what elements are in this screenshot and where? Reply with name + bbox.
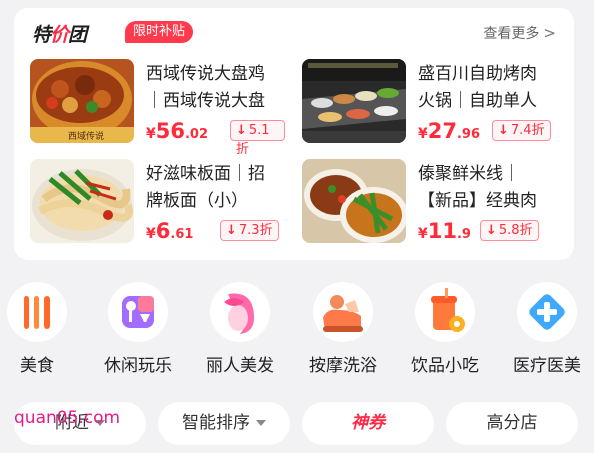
deal-price: ¥6.61 [146,219,194,243]
medical-cross-icon [517,282,577,342]
see-more-link[interactable]: 查看更多 > [483,23,556,43]
filter-coupon[interactable]: 神券 [302,402,434,445]
beauty-face-icon [210,282,270,342]
category-row: 美食 休闲玩乐 丽人美发 按摩洗浴 饮品小吃 医疗医美 [0,282,594,382]
category-label: 按摩洗浴 [309,356,377,376]
category-label: 美食 [20,356,54,376]
deal-price: ¥11.9 [418,219,471,243]
discount-tag: ↓ 7.4折 [492,120,551,141]
massage-icon [313,282,373,342]
down-arrow-icon: ↓ [486,223,497,238]
category-label: 饮品小吃 [411,356,479,376]
deal-name: 好滋味板面｜招牌板面（小） [146,164,265,211]
deal-item[interactable]: 西域传说 西域传说大盘鸡｜西域传说大盘 ¥56.02 ↓ 5.1折 [30,59,285,157]
category-food[interactable]: 美食 [0,282,80,376]
category-label: 医疗医美 [513,356,581,376]
chevron-right-icon: > [543,24,556,42]
discount-tag: ↓ 5.1折 [230,120,285,157]
category-beauty[interactable]: 丽人美发 [197,282,283,376]
category-massage[interactable]: 按摩洗浴 [300,282,386,376]
deal-image-buffet [302,59,406,143]
deals-header: 特价团 限时补贴 查看更多 > [32,18,556,46]
deal-name: 傣聚鲜米线｜【新品】经典肉 [418,164,537,211]
deal-image-rice-noodle [302,159,406,243]
mic-cup-icon [108,282,168,342]
special-price-logo: 特价团 [32,24,87,46]
filter-smart-sort[interactable]: 智能排序 [158,402,290,445]
deal-price: ¥27.96 [418,119,481,143]
category-label: 休闲玩乐 [104,356,172,376]
svg-text:西域传说: 西域传说 [68,130,104,142]
deal-price: ¥56.02 [146,119,209,143]
deal-image-noodles [30,159,134,243]
deal-item[interactable]: 傣聚鲜米线｜【新品】经典肉 ¥11.9 ↓ 5.8折 [302,159,557,245]
deal-name: 盛百川自助烤肉火锅｜自助单人 [418,64,537,111]
category-medical[interactable]: 医疗医美 [504,282,590,376]
category-drinks[interactable]: 饮品小吃 [402,282,488,376]
watermark-text: quan05.com [14,408,121,428]
discount-tag: ↓ 7.3折 [220,220,279,241]
deal-name: 西域传说大盘鸡｜西域传说大盘 [146,64,265,111]
deal-item[interactable]: 好滋味板面｜招牌板面（小） ¥6.61 ↓ 7.3折 [30,159,285,245]
filter-high-score[interactable]: 高分店 [446,402,578,445]
special-deals-card: 特价团 限时补贴 查看更多 > 西域传说 西域传说大盘鸡｜西域传说大盘 ¥56.0… [14,8,574,260]
caret-down-icon [256,420,266,426]
discount-tag: ↓ 5.8折 [480,220,539,241]
deal-item[interactable]: 盛百川自助烤肉火锅｜自助单人 ¥27.96 ↓ 7.4折 [302,59,557,145]
limited-subsidy-badge: 限时补贴 [125,21,194,43]
fork-knife-icon [7,282,67,342]
deal-image-dapanji: 西域传说 [30,59,134,143]
category-label: 丽人美发 [206,356,274,376]
down-arrow-icon: ↓ [226,223,237,238]
down-arrow-icon: ↓ [236,123,247,138]
category-leisure[interactable]: 休闲玩乐 [95,282,181,376]
drink-icon [415,282,475,342]
down-arrow-icon: ↓ [498,123,509,138]
